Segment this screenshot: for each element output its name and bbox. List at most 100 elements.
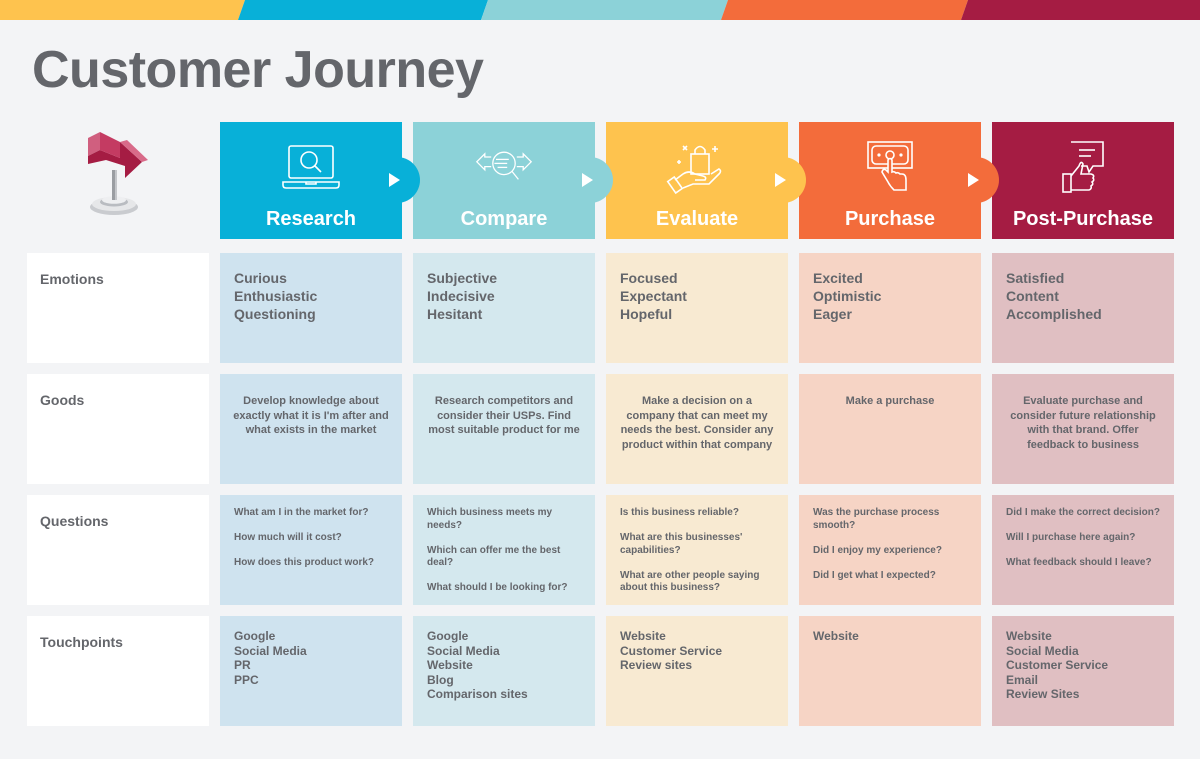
laptop-search-icon bbox=[279, 140, 343, 198]
band-segment-orange bbox=[721, 0, 968, 20]
row-label-goods: Goods bbox=[27, 374, 209, 484]
question-item: How much will it cost? bbox=[234, 532, 342, 543]
question-item: What am I in the market for? bbox=[234, 507, 369, 518]
touchpoint-item: Social Media bbox=[234, 643, 307, 658]
row-label-questions: Questions bbox=[27, 495, 209, 605]
band-segment-blue bbox=[238, 0, 488, 20]
goods-cell-post-purchase: Evaluate purchase and consider future re… bbox=[992, 374, 1174, 484]
goal-text: Research competitors and consider their … bbox=[428, 395, 580, 436]
question-item: What feedback should I leave? bbox=[1006, 557, 1152, 568]
questions-cell-post-purchase: Did I make the correct decision? Will I p… bbox=[992, 495, 1174, 605]
touchpoint-item: Website bbox=[813, 629, 859, 643]
touchpoints-cell-evaluate: Website Customer Service Review sites bbox=[606, 616, 788, 726]
goods-cell-research: Develop knowledge about exactly what it … bbox=[220, 374, 402, 484]
stage-post-purchase: Post-Purchase bbox=[992, 122, 1174, 239]
play-arrow-icon bbox=[968, 173, 979, 187]
question-item: Which business meets my needs? bbox=[427, 507, 553, 531]
stage-label: Research bbox=[265, 208, 357, 230]
band-segment-yellow bbox=[0, 0, 245, 20]
stage-purchase: Purchase bbox=[799, 122, 981, 239]
stage-evaluate: Evaluate bbox=[606, 122, 788, 239]
goal-text: Make a purchase bbox=[845, 395, 935, 407]
touchpoint-item: Email bbox=[1006, 672, 1039, 687]
emotion-item: Curious bbox=[234, 270, 287, 286]
play-arrow-icon bbox=[582, 173, 593, 187]
emotions-cell-compare: Subjective Indecisive Hesitant bbox=[413, 253, 595, 363]
touchpoint-item: Google bbox=[427, 629, 469, 643]
questions-cell-research: What am I in the market for? How much wil… bbox=[220, 495, 402, 605]
question-item: Is this business reliable? bbox=[620, 507, 739, 518]
touchpoint-item: PR bbox=[234, 658, 251, 672]
row-label-emotions: Emotions bbox=[27, 253, 209, 363]
question-item: What should I be looking for? bbox=[427, 582, 568, 593]
row-label-touchpoints: Touchpoints bbox=[27, 616, 209, 726]
question-item: Which can offer me the best deal? bbox=[427, 544, 561, 569]
touchpoints-cell-compare: Google Social Media Website Blog Comparison … bbox=[413, 616, 595, 726]
touchpoint-item: Website bbox=[427, 658, 473, 672]
goods-cell-purchase: Make a purchase bbox=[799, 374, 981, 484]
top-color-band bbox=[0, 0, 1200, 20]
signpost-arrow-icon bbox=[80, 128, 150, 223]
stage-research: Research bbox=[220, 122, 402, 239]
touchpoints-cell-research: Google Social Media PR PPC bbox=[220, 616, 402, 726]
emotion-item: Focused bbox=[620, 270, 678, 286]
emotion-item: Subjective bbox=[427, 270, 498, 286]
questions-cell-evaluate: Is this business reliable? What are this … bbox=[606, 495, 788, 605]
touchpoint-item: Comparison sites bbox=[427, 687, 528, 701]
play-arrow-icon bbox=[775, 173, 786, 187]
question-item: What are this businesses' capabilities? bbox=[620, 532, 743, 556]
touchpoint-item: PPC bbox=[234, 672, 259, 687]
emotion-item: Hesitant bbox=[427, 306, 483, 322]
goal-text: Evaluate purchase and consider future re… bbox=[1010, 395, 1156, 451]
touchpoint-item: Google bbox=[234, 629, 276, 643]
emotions-cell-evaluate: Focused Expectant Hopeful bbox=[606, 253, 788, 363]
goal-text: Make a decision on a company that can me… bbox=[620, 395, 774, 451]
touchpoint-item: Review Sites bbox=[1006, 687, 1080, 701]
questions-cell-purchase: Was the purchase process smooth? Did I en… bbox=[799, 495, 981, 605]
touchpoint-item: Website bbox=[1006, 629, 1052, 643]
band-segment-crimson bbox=[961, 0, 1200, 20]
question-item: Did I enjoy my experience? bbox=[813, 544, 942, 556]
emotions-cell-research: Curious Enthusiastic Questioning bbox=[220, 253, 402, 363]
emotion-item: Accomplished bbox=[1006, 306, 1102, 322]
touchpoint-item: Social Media bbox=[427, 643, 500, 658]
band-segment-teal bbox=[481, 0, 728, 20]
goal-text: Develop knowledge about exactly what it … bbox=[233, 395, 389, 436]
emotions-cell-post-purchase: Satisfied Content Accomplished bbox=[992, 253, 1174, 363]
touchpoint-item: Customer Service bbox=[1006, 658, 1109, 672]
stage-label: Evaluate bbox=[655, 208, 739, 230]
emotion-item: Hopeful bbox=[620, 306, 673, 322]
goods-cell-compare: Research competitors and consider their … bbox=[413, 374, 595, 484]
question-item: Did I get what I expected? bbox=[813, 569, 936, 581]
question-item: How does this product work? bbox=[234, 557, 375, 568]
question-item: What are other people saying about this … bbox=[620, 569, 760, 594]
emotion-item: Excited bbox=[813, 270, 863, 286]
hand-shopping-bag-icon bbox=[665, 140, 729, 198]
emotion-item: Content bbox=[1006, 288, 1059, 304]
page-title: Customer Journey bbox=[32, 41, 484, 99]
stage-label: Compare bbox=[460, 208, 548, 230]
emotion-item: Eager bbox=[813, 306, 852, 322]
emotion-item: Satisfied bbox=[1006, 270, 1065, 286]
emotion-item: Indecisive bbox=[427, 288, 495, 304]
stage-label: Purchase bbox=[844, 208, 936, 230]
goods-cell-evaluate: Make a decision on a company that can me… bbox=[606, 374, 788, 484]
touchpoint-item: Review sites bbox=[620, 658, 693, 672]
cash-tap-icon bbox=[858, 140, 922, 198]
touchpoints-cell-post-purchase: Website Social Media Customer Service Email… bbox=[992, 616, 1174, 726]
emotions-cell-purchase: Excited Optimistic Eager bbox=[799, 253, 981, 363]
thumbs-up-feedback-icon bbox=[1051, 140, 1115, 198]
touchpoint-item: Blog bbox=[427, 672, 454, 687]
stage-compare: Compare bbox=[413, 122, 595, 239]
emotion-item: Questioning bbox=[234, 306, 316, 322]
questions-cell-compare: Which business meets my needs? Which can … bbox=[413, 495, 595, 605]
play-arrow-icon bbox=[389, 173, 400, 187]
touchpoint-item: Website bbox=[620, 629, 666, 643]
stage-label: Post-Purchase bbox=[1012, 208, 1154, 230]
question-item: Will I purchase here again? bbox=[1006, 532, 1136, 543]
question-item: Did I make the correct decision? bbox=[1006, 507, 1160, 518]
question-item: Was the purchase process smooth? bbox=[813, 507, 940, 531]
touchpoint-item: Social Media bbox=[1006, 643, 1079, 658]
emotion-item: Enthusiastic bbox=[234, 288, 318, 304]
touchpoints-cell-purchase: Website bbox=[799, 616, 981, 726]
